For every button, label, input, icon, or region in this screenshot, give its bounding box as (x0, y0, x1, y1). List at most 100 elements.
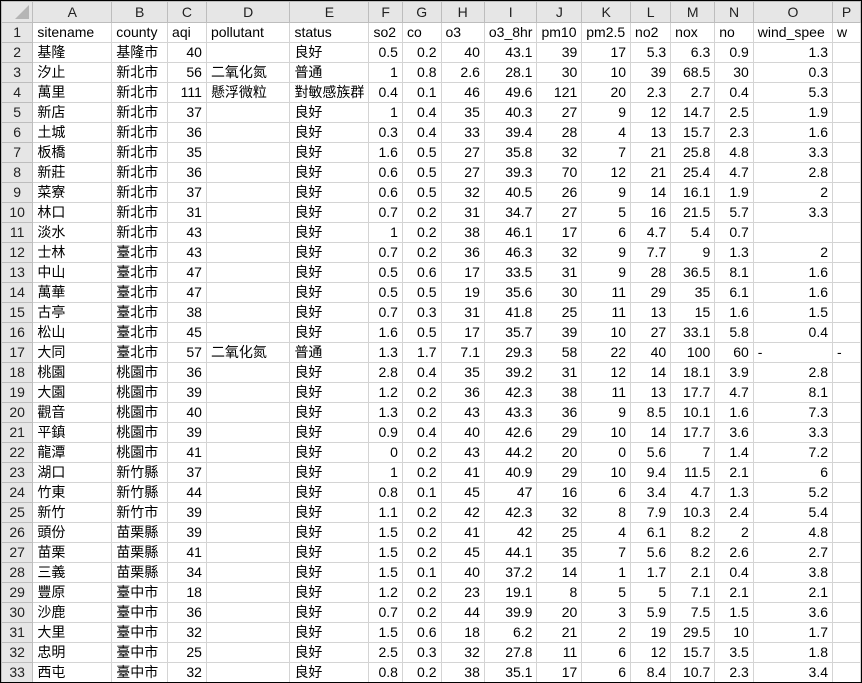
cell-c25[interactable]: 39 (167, 502, 207, 523)
cell-b10[interactable]: 新北市 (111, 202, 169, 223)
cell-o22[interactable]: 7.2 (752, 442, 834, 463)
cell-c14[interactable]: 47 (167, 282, 207, 303)
column-header-j[interactable]: J (536, 1, 583, 23)
cell-g14[interactable]: 0.5 (401, 282, 442, 303)
cell-b29[interactable]: 臺中市 (111, 582, 169, 603)
cell-h24[interactable]: 45 (440, 482, 485, 503)
cell-p5[interactable] (832, 102, 861, 123)
cell-j12[interactable]: 32 (536, 242, 583, 263)
cell-o26[interactable]: 4.8 (752, 522, 834, 543)
cell-d15[interactable] (205, 302, 291, 323)
cell-b32[interactable]: 臺中市 (111, 642, 169, 663)
cell-g6[interactable]: 0.4 (401, 122, 442, 143)
cell-h10[interactable]: 31 (440, 202, 485, 223)
cell-m32[interactable]: 15.7 (670, 642, 716, 663)
cell-a31[interactable]: 大里 (32, 622, 113, 643)
cell-o14[interactable]: 1.6 (752, 282, 834, 303)
cell-k11[interactable]: 6 (581, 222, 632, 243)
cell-d18[interactable] (205, 362, 291, 383)
cell-l7[interactable]: 21 (630, 142, 672, 163)
column-header-k[interactable]: K (581, 1, 632, 23)
cell-b20[interactable]: 桃園市 (111, 402, 169, 423)
cell-o10[interactable]: 3.3 (752, 202, 834, 223)
cell-l6[interactable]: 13 (630, 122, 672, 143)
cell-e23[interactable]: 良好 (289, 462, 370, 483)
cell-g5[interactable]: 0.4 (401, 102, 442, 123)
cell-l14[interactable]: 29 (630, 282, 672, 303)
cell-k13[interactable]: 9 (581, 262, 632, 283)
cell-c4[interactable]: 111 (167, 82, 207, 103)
cell-b6[interactable]: 新北市 (111, 122, 169, 143)
cell-n1[interactable]: no (714, 22, 754, 43)
cell-f27[interactable]: 1.5 (368, 542, 403, 563)
cell-g11[interactable]: 0.2 (401, 222, 442, 243)
cell-p30[interactable] (832, 602, 861, 623)
cell-c26[interactable]: 39 (167, 522, 207, 543)
cell-n8[interactable]: 4.7 (714, 162, 754, 183)
cell-a24[interactable]: 竹東 (32, 482, 113, 503)
cell-i13[interactable]: 33.5 (483, 262, 538, 283)
cell-e5[interactable]: 良好 (289, 102, 370, 123)
cell-p12[interactable] (832, 242, 861, 263)
cell-l18[interactable]: 14 (630, 362, 672, 383)
cell-a11[interactable]: 淡水 (32, 222, 113, 243)
cell-p23[interactable] (832, 462, 861, 483)
cell-n17[interactable]: 60 (714, 342, 754, 363)
row-header[interactable]: 5 (1, 102, 34, 123)
cell-d23[interactable] (205, 462, 291, 483)
cell-f24[interactable]: 0.8 (368, 482, 403, 503)
cell-g31[interactable]: 0.6 (401, 622, 442, 643)
cell-c11[interactable]: 43 (167, 222, 207, 243)
cell-h31[interactable]: 18 (440, 622, 485, 643)
cell-i21[interactable]: 42.6 (483, 422, 538, 443)
cell-e30[interactable]: 良好 (289, 602, 370, 623)
cell-l3[interactable]: 39 (630, 62, 672, 83)
cell-l16[interactable]: 27 (630, 322, 672, 343)
cell-l29[interactable]: 5 (630, 582, 672, 603)
cell-m8[interactable]: 25.4 (670, 162, 716, 183)
cell-h19[interactable]: 36 (440, 382, 485, 403)
cell-g4[interactable]: 0.1 (401, 82, 442, 103)
row-header[interactable]: 8 (1, 162, 34, 183)
cell-n22[interactable]: 1.4 (714, 442, 754, 463)
cell-j31[interactable]: 21 (536, 622, 583, 643)
cell-b12[interactable]: 臺北市 (111, 242, 169, 263)
cell-d30[interactable] (205, 602, 291, 623)
cell-d24[interactable] (205, 482, 291, 503)
row-header[interactable]: 1 (1, 22, 34, 43)
cell-c7[interactable]: 35 (167, 142, 207, 163)
cell-i20[interactable]: 43.3 (483, 402, 538, 423)
cell-f25[interactable]: 1.1 (368, 502, 403, 523)
row-header[interactable]: 24 (1, 482, 34, 503)
cell-j33[interactable]: 17 (536, 662, 583, 682)
cell-n31[interactable]: 10 (714, 622, 754, 643)
cell-l17[interactable]: 40 (630, 342, 672, 363)
cell-k30[interactable]: 3 (581, 602, 632, 623)
cell-o21[interactable]: 3.3 (752, 422, 834, 443)
cell-i9[interactable]: 40.5 (483, 182, 538, 203)
cell-p20[interactable] (832, 402, 861, 423)
cell-h1[interactable]: o3 (440, 22, 485, 43)
cell-d2[interactable] (205, 42, 291, 63)
row-header[interactable]: 30 (1, 602, 34, 623)
cell-l32[interactable]: 12 (630, 642, 672, 663)
cell-o19[interactable]: 8.1 (752, 382, 834, 403)
cell-d21[interactable] (205, 422, 291, 443)
cell-f17[interactable]: 1.3 (368, 342, 403, 363)
cell-i29[interactable]: 19.1 (483, 582, 538, 603)
cell-l8[interactable]: 21 (630, 162, 672, 183)
cell-j4[interactable]: 121 (536, 82, 583, 103)
cell-b25[interactable]: 新竹市 (111, 502, 169, 523)
cell-m19[interactable]: 17.7 (670, 382, 716, 403)
cell-g2[interactable]: 0.2 (401, 42, 442, 63)
cell-b19[interactable]: 桃園市 (111, 382, 169, 403)
cell-c16[interactable]: 45 (167, 322, 207, 343)
cell-k20[interactable]: 9 (581, 402, 632, 423)
cell-p15[interactable] (832, 302, 861, 323)
cell-e17[interactable]: 普通 (289, 342, 370, 363)
cell-c15[interactable]: 38 (167, 302, 207, 323)
cell-f14[interactable]: 0.5 (368, 282, 403, 303)
cell-o1[interactable]: wind_spee (752, 22, 834, 43)
cell-k17[interactable]: 22 (581, 342, 632, 363)
cell-c3[interactable]: 56 (167, 62, 207, 83)
